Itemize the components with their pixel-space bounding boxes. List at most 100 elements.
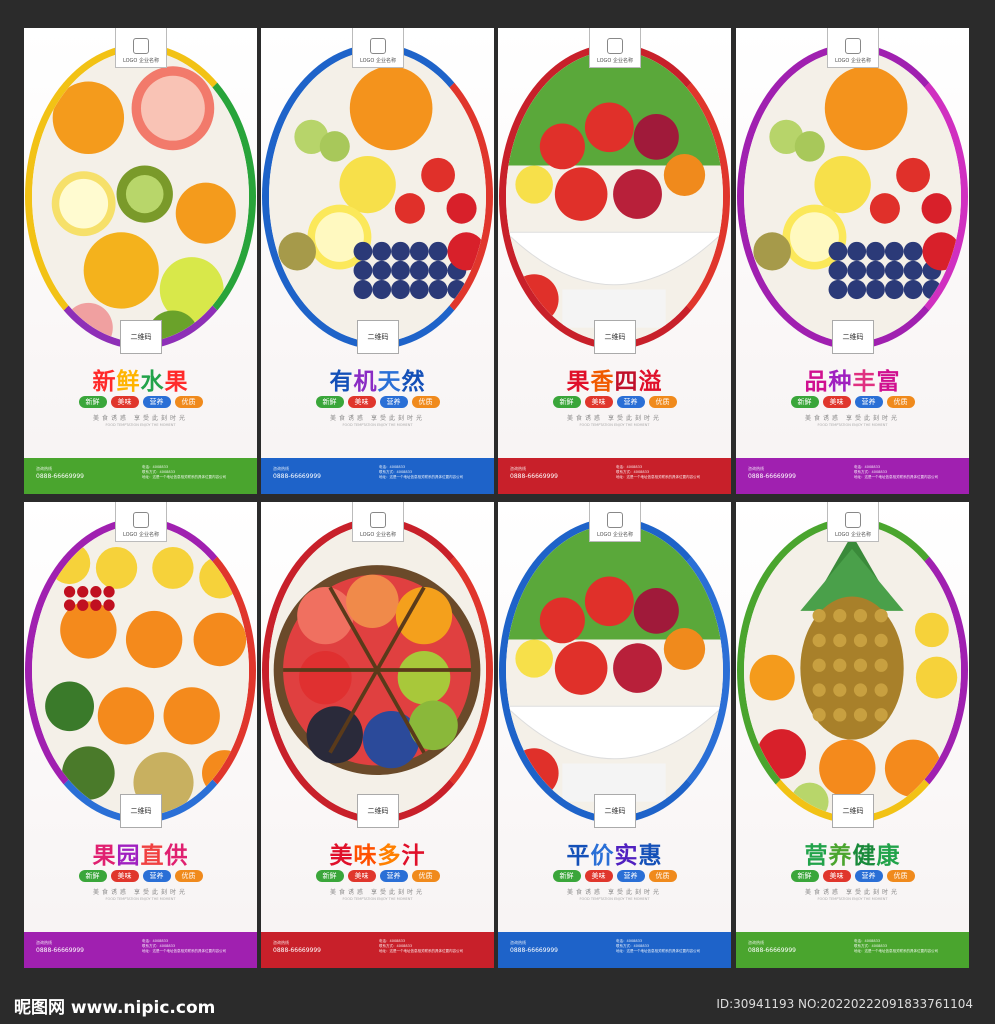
tag-pill: 新鲜 — [552, 396, 581, 408]
tag-pill: 新鲜 — [315, 396, 344, 408]
slogan: 美食诱惑 享受此刻时光 — [805, 415, 900, 422]
phone-label: 咨询热线 — [510, 940, 526, 945]
poster-4: LOGO 企业名称 二维码 品种丰富 新鲜 美味 营养 优质 美食诱惑 享受此刻时光 … — [736, 28, 969, 494]
poster-footer: 咨询热线 0888-66669999 电话：4008833 联系方式：40088… — [498, 932, 731, 968]
address-info: 电话：4008833 联系方式：4008833 地址：这是一个地址信息相关联系的… — [142, 465, 226, 479]
poster-footer: 咨询热线 0888-66669999 电话：4008833 联系方式：40088… — [736, 458, 969, 494]
tag-row: 新鲜 美味 营养 优质 — [261, 396, 494, 408]
slogan: 美食诱惑 享受此刻时光 — [330, 415, 425, 422]
tag-pill: 优质 — [648, 396, 677, 408]
tag-pill: 美味 — [584, 870, 613, 882]
tag-row: 新鲜 美味 营养 优质 — [498, 870, 731, 882]
qr-code-placeholder: 二维码 — [120, 794, 162, 828]
poster-title-char: 四 — [614, 369, 639, 395]
qr-code-placeholder: 二维码 — [357, 320, 399, 354]
tag-pill: 新鲜 — [78, 396, 107, 408]
logo-box: LOGO 企业名称 — [115, 502, 167, 542]
tag-row: 新鲜 美味 营养 优质 — [261, 870, 494, 882]
logo-icon — [607, 512, 623, 528]
poster-title-char: 富 — [876, 369, 901, 395]
slogan: 美食诱惑 享受此刻时光 — [567, 889, 662, 896]
phone-number: 0888-66669999 — [273, 947, 321, 954]
tag-pill: 美味 — [110, 870, 139, 882]
logo-text: LOGO 企业名称 — [835, 532, 871, 538]
fruit-photo-circle — [737, 518, 968, 823]
poster-5: LOGO 企业名称 二维码 果园直供 新鲜 美味 营养 优质 美食诱惑 享受此刻时光 … — [24, 502, 257, 968]
poster-title-char: 平 — [566, 843, 591, 869]
phone-label: 咨询热线 — [36, 940, 52, 945]
tag-pill: 营养 — [379, 870, 408, 882]
tag-pill: 营养 — [142, 396, 171, 408]
poster-title-char: 鲜 — [116, 369, 141, 395]
poster-title-char: 种 — [828, 369, 853, 395]
poster-title-char: 天 — [377, 369, 402, 395]
address-info: 电话：4008833 联系方式：4008833 地址：这是一个地址信息相关联系的… — [616, 939, 700, 953]
logo-box: LOGO 企业名称 — [352, 502, 404, 542]
tag-pill: 新鲜 — [78, 870, 107, 882]
poster-7: LOGO 企业名称 二维码 平价实惠 新鲜 美味 营养 优质 美食诱惑 享受此刻时光 … — [498, 502, 731, 968]
phone-number: 0888-66669999 — [748, 947, 796, 954]
poster-title: 新鲜水果 — [24, 362, 257, 396]
tag-pill: 营养 — [616, 396, 645, 408]
poster-title: 营养健康 — [736, 836, 969, 870]
poster-title-char: 营 — [804, 843, 829, 869]
phone-number: 0888-66669999 — [510, 473, 558, 480]
address-info: 电话：4008833 联系方式：4008833 地址：这是一个地址信息相关联系的… — [616, 465, 700, 479]
tag-pill: 新鲜 — [552, 870, 581, 882]
poster-8: LOGO 企业名称 二维码 营养健康 新鲜 美味 营养 优质 美食诱惑 享受此刻时光 … — [736, 502, 969, 968]
poster-title-char: 汁 — [401, 843, 426, 869]
poster-grid: LOGO 企业名称 二维码 新鲜水果 新鲜 美味 营养 优质 美食诱惑 享受此刻时光 … — [24, 28, 970, 968]
phone-number: 0888-66669999 — [36, 947, 84, 954]
oranges-avocado-icon — [32, 525, 249, 816]
logo-icon — [607, 38, 623, 54]
tag-pill: 营养 — [142, 870, 171, 882]
qr-code-placeholder: 二维码 — [594, 794, 636, 828]
slogan: 美食诱惑 享受此刻时光 — [93, 889, 188, 896]
poster-3: LOGO 企业名称 二维码 果香四溢 新鲜 美味 营养 优质 美食诱惑 享受此刻时光 … — [498, 28, 731, 494]
tag-pill: 优质 — [174, 870, 203, 882]
fruit-bowl-icon — [506, 525, 723, 816]
logo-box: LOGO 企业名称 — [115, 28, 167, 68]
poster-title-char: 丰 — [852, 369, 877, 395]
tag-pill: 营养 — [379, 396, 408, 408]
poster-footer: 咨询热线 0888-66669999 电话：4008833 联系方式：40088… — [261, 458, 494, 494]
tag-pill: 新鲜 — [315, 870, 344, 882]
poster-title-char: 品 — [804, 369, 829, 395]
phone-label: 咨询热线 — [510, 466, 526, 471]
poster-title: 有机天然 — [261, 362, 494, 396]
logo-text: LOGO 企业名称 — [597, 58, 633, 64]
poster-6: LOGO 企业名称 二维码 美味多汁 新鲜 美味 营养 优质 美食诱惑 享受此刻时光 … — [261, 502, 494, 968]
logo-icon — [845, 38, 861, 54]
logo-text: LOGO 企业名称 — [360, 532, 396, 538]
tag-pill: 美味 — [822, 870, 851, 882]
logo-text: LOGO 企业名称 — [123, 58, 159, 64]
citrus-mix-icon — [32, 51, 249, 342]
fruit-photo-circle — [262, 44, 493, 349]
logo-box: LOGO 企业名称 — [827, 502, 879, 542]
poster-title-char: 然 — [401, 369, 426, 395]
slogan-en: FOOD TEMPTATION ENJOY THE MOMENT — [579, 423, 650, 427]
poster-footer: 咨询热线 0888-66669999 电话：4008833 联系方式：40088… — [736, 932, 969, 968]
poster-title-char: 惠 — [638, 843, 663, 869]
poster-1: LOGO 企业名称 二维码 新鲜水果 新鲜 美味 营养 优质 美食诱惑 享受此刻时光 … — [24, 28, 257, 494]
fruit-photo-circle — [262, 518, 493, 823]
poster-title-char: 直 — [140, 843, 165, 869]
logo-text: LOGO 企业名称 — [123, 532, 159, 538]
slogan-en: FOOD TEMPTATION ENJOY THE MOMENT — [105, 423, 176, 427]
address-info: 电话：4008833 联系方式：4008833 地址：这是一个地址信息相关联系的… — [379, 465, 463, 479]
tag-pill: 优质 — [886, 870, 915, 882]
berries-lemon-icon — [744, 51, 961, 342]
logo-box: LOGO 企业名称 — [589, 28, 641, 68]
slogan: 美食诱惑 享受此刻时光 — [805, 889, 900, 896]
address-info: 电话：4008833 联系方式：4008833 地址：这是一个地址信息相关联系的… — [854, 939, 938, 953]
poster-title: 果园直供 — [24, 836, 257, 870]
poster-title: 果香四溢 — [498, 362, 731, 396]
tag-row: 新鲜 美味 营养 优质 — [24, 870, 257, 882]
slogan: 美食诱惑 享受此刻时光 — [567, 415, 662, 422]
fruit-photo-circle — [737, 44, 968, 349]
address-info: 电话：4008833 联系方式：4008833 地址：这是一个地址信息相关联系的… — [854, 465, 938, 479]
poster-title-char: 新 — [92, 369, 117, 395]
poster-title-char: 果 — [92, 843, 117, 869]
phone-label: 咨询热线 — [36, 466, 52, 471]
poster-title-char: 有 — [329, 369, 354, 395]
